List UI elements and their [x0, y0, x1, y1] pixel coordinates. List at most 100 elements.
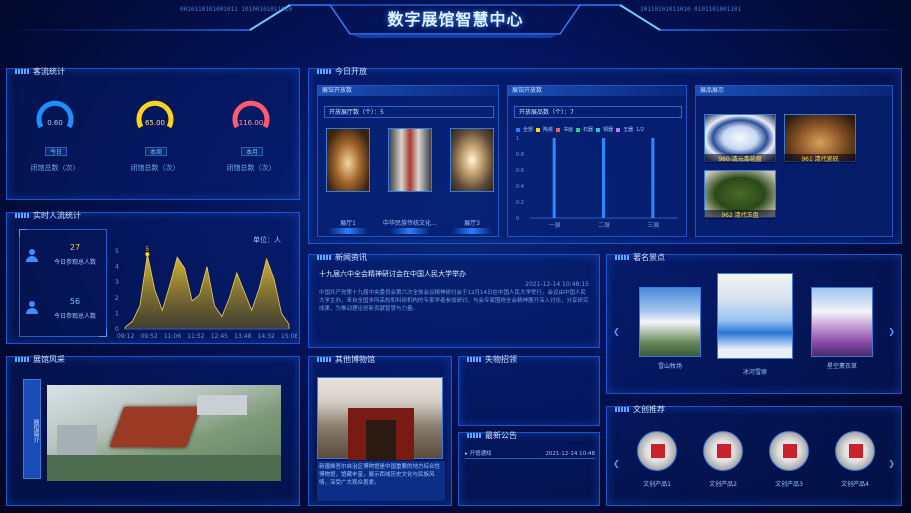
x-tick: 15:08 — [281, 333, 297, 340]
cultural-item-1[interactable] — [637, 431, 677, 471]
cultural-next-arrow[interactable]: ❯ — [888, 459, 895, 468]
y-tick: 4 — [115, 264, 119, 271]
famous-prev-arrow[interactable]: ❮ — [613, 327, 620, 336]
hall-1-image[interactable] — [326, 128, 370, 192]
famous-title: 著名景点 — [615, 252, 665, 263]
item-3-caption: 962 清代玉盘 — [704, 210, 776, 219]
gauge-1 — [36, 100, 74, 129]
open-items-box: 展馆开放数 开放展品数（个）：7 全部 陶瓷 书画 石器 铜器 玉器 1/2 0… — [507, 85, 687, 237]
x-tick: 二展 — [598, 222, 610, 229]
total-visitors-label: 今日参观总人数 — [53, 313, 96, 320]
cultural-item-1-caption: 文创产品1 — [643, 481, 671, 488]
x-tick: 12:45 — [211, 333, 228, 340]
today-visitors-label: 今日参观总人数 — [53, 259, 96, 266]
y-tick: 1 — [115, 310, 119, 317]
spot-2-image[interactable] — [717, 273, 793, 359]
x-tick: 11:52 — [187, 333, 204, 340]
open-items-bar-chart: 0 0.2 0.4 0.6 0.8 1 一展 二展 三展 — [516, 136, 678, 229]
notice-title: 最新公告 — [467, 430, 517, 441]
spot-2-caption: 冰河雪原 — [742, 369, 767, 376]
x-tick: 09:52 — [140, 333, 157, 340]
museum-image[interactable] — [317, 377, 443, 460]
y-tick: 2 — [115, 295, 119, 302]
x-tick: 一展 — [549, 222, 561, 229]
y-tick: 0.8 — [516, 152, 524, 158]
person-icon — [25, 301, 39, 315]
realtime-area-chart: 0 1 2 3 4 5 5 09:12 09:52 11:06 11:52 12:45 13:48 14:… — [115, 246, 297, 340]
gauge-3 — [232, 100, 270, 129]
gauge-2-label: 闭馆总数（次） — [130, 164, 180, 172]
gauge-1-label: 闭馆总数（次） — [30, 164, 80, 172]
cultural-panel: 文创推荐 ❮ ❯ 文创产品1 文创产品2 文创产品3 文创产品4 — [606, 404, 902, 506]
hall-2-image[interactable] — [388, 128, 432, 192]
gauge-3-tag[interactable]: 本月 — [241, 147, 263, 156]
x-tick: 14:32 — [258, 333, 275, 340]
gauge-3-value: 116.00 — [238, 119, 264, 127]
chart-legend[interactable]: 全部 陶瓷 书画 石器 铜器 玉器 1/2 — [516, 126, 644, 133]
venue-title: 展馆风采 — [15, 354, 65, 365]
visitor-stats-title: 客流统计 — [15, 66, 65, 77]
lost-found-title: 失物招领 — [467, 354, 517, 365]
y-tick: 0 — [115, 326, 119, 333]
spot-3-caption: 星空薰衣草 — [826, 363, 857, 370]
realtime-panel: 实时人流统计 27 今日参观总人数 56 今日参观总人数 单位：人 012345… — [6, 210, 300, 344]
today-open-title: 今日开放 — [317, 66, 367, 77]
gauge-2-tag[interactable]: 本周 — [145, 147, 167, 156]
item-2-caption: 961 清代瓷砚 — [784, 154, 856, 163]
y-tick: 0.6 — [516, 168, 524, 174]
news-title: 新闻资讯 — [317, 252, 367, 263]
item-display-box: 展品展示 960 清元青花盘 961 清代瓷砚 962 清代玉盘 — [695, 85, 893, 237]
item-display-head: 展品展示 — [696, 86, 892, 96]
x-tick: 11:06 — [164, 333, 181, 340]
hall-1-label-bar — [328, 228, 368, 234]
hall-2-label-bar — [390, 228, 430, 234]
x-tick: 13:48 — [234, 333, 251, 340]
venue-side-tab[interactable]: 展馆简介 — [23, 379, 41, 479]
visitor-stats-panel: 客流统计 0.60 今日 闭馆总数（次） 65.00 本周 闭馆总数（次） 11… — [6, 66, 300, 200]
hall-1-caption: 展厅1 — [340, 220, 356, 227]
area-series — [124, 254, 290, 330]
cultural-item-4[interactable] — [835, 431, 875, 471]
gauge-2-value: 65.00 — [144, 119, 166, 127]
realtime-title: 实时人流统计 — [15, 210, 81, 221]
cultural-prev-arrow[interactable]: ❮ — [613, 459, 620, 468]
spot-3-image[interactable] — [811, 287, 873, 357]
gauge-2 — [136, 100, 174, 129]
page-title: 数字展馆智慧中心 — [387, 10, 524, 29]
cultural-item-3-caption: 文创产品3 — [775, 481, 803, 488]
open-halls-head: 展馆开放数 — [318, 86, 498, 96]
item-1-caption: 960 清元青花盘 — [704, 154, 776, 163]
y-tick: 3 — [115, 279, 119, 286]
notice-panel: 最新公告 ▸ 开馆通知 2021-12-14 10:48 — [458, 430, 600, 506]
notice-item[interactable]: ▸ 开馆通知 2021-12-14 10:48 — [465, 449, 595, 459]
y-tick: 0.2 — [516, 200, 524, 206]
open-items-head: 展馆开放数 — [508, 86, 686, 96]
cultural-item-4-caption: 文创产品4 — [841, 481, 869, 488]
cultural-item-3[interactable] — [769, 431, 809, 471]
news-headline[interactable]: 十九届六中全会精神研讨会在中国人民大学举办 — [319, 269, 466, 279]
total-visitors-value: 56 — [69, 297, 81, 306]
other-museums-title: 其他博物馆 — [317, 354, 375, 365]
cultural-title: 文创推荐 — [615, 404, 665, 415]
open-halls-box: 展馆开放数 开放展厅数（个）：5 展厅1 中华民族传统文化… 展厅3 — [317, 85, 499, 237]
open-halls-stat: 开放展厅数（个）：5 — [324, 106, 494, 118]
gauge-1-tag[interactable]: 今日 — [45, 147, 67, 156]
cultural-item-2[interactable] — [703, 431, 743, 471]
news-date: 2021-12-14 10:48:15 — [525, 281, 589, 288]
x-tick: 09:12 — [117, 333, 134, 340]
gauge-1-value: 0.60 — [47, 119, 63, 127]
hall-3-caption: 展厅3 — [464, 220, 480, 227]
bar — [602, 138, 605, 218]
legend-page: 1/2 — [636, 126, 645, 133]
hall-2-caption: 中华民族传统文化… — [382, 220, 437, 227]
venue-panel: 展馆风采 展馆简介 — [6, 354, 300, 506]
famous-panel: 著名景点 ❮ ❯ 雪山牧场 冰河雪原 星空薰衣草 — [606, 252, 902, 394]
y-tick: 0.4 — [516, 184, 524, 190]
hall-3-image[interactable] — [450, 128, 494, 192]
bar — [651, 138, 655, 218]
other-museums-panel: 其他博物馆 新疆维吾尔自治区博物馆是中国重要的地方综合性博物馆，馆藏丰富，展示西… — [308, 354, 452, 506]
spot-1-image[interactable] — [639, 287, 701, 357]
news-body: 中国共产党第十九届中央委员会第六次全体会议精神研讨会于12月14日在中国人民大学… — [319, 290, 589, 312]
y-tick: 5 — [115, 248, 119, 255]
famous-next-arrow[interactable]: ❯ — [888, 327, 895, 336]
